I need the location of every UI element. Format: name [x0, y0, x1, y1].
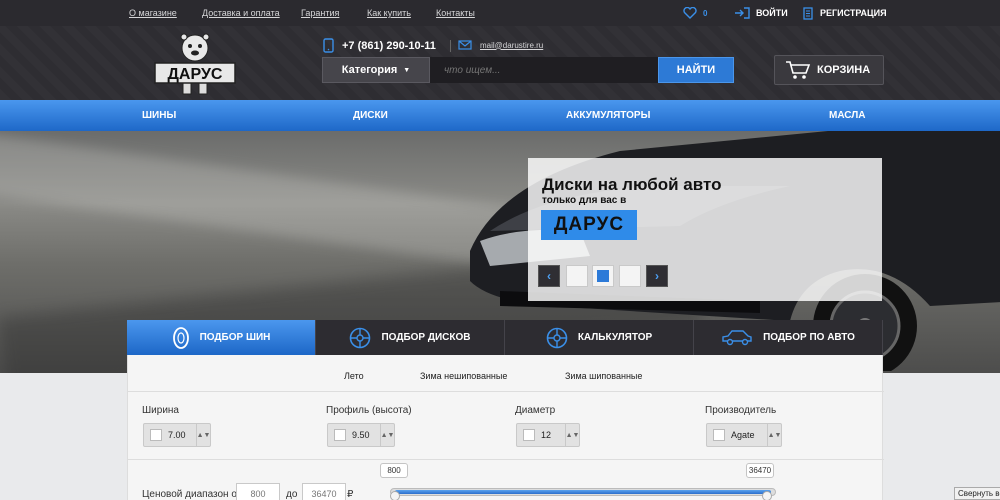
heart-icon [683, 7, 697, 19]
login-label: ВОЙТИ [756, 8, 788, 18]
slide-subtitle: только для вас в [542, 195, 627, 206]
link-how-to-buy[interactable]: Как купить [367, 8, 411, 18]
tab-calculator[interactable]: КАЛЬКУЛЯТОР [505, 320, 694, 355]
slider-next-button[interactable]: › [646, 265, 668, 287]
wheel-icon [350, 327, 371, 348]
filter-panel: Лето Зима нешипованные Зима шипованные Ш… [127, 355, 884, 500]
header-divider [449, 39, 451, 52]
nav-item-wheels[interactable]: ДИСКИ [353, 110, 388, 121]
link-contacts[interactable]: Контакты [436, 8, 475, 18]
slider-dot[interactable] [619, 265, 641, 287]
link-delivery[interactable]: Доставка и оплата [202, 8, 280, 18]
collapse-all-button[interactable]: Свернуть все [954, 487, 1000, 500]
register-link[interactable]: РЕГИСТРАЦИЯ [803, 0, 887, 26]
manufacturer-select[interactable]: Agate ▲▼ [706, 423, 782, 447]
width-label: Ширина [142, 405, 179, 416]
wishlist-count: 0 [703, 8, 708, 18]
search-bar: Категория ▼ НАЙТИ [322, 57, 734, 83]
manufacturer-value: Agate [731, 430, 755, 440]
slider-prev-button[interactable]: ‹ [538, 265, 560, 287]
diameter-select[interactable]: 12 ▲▼ [516, 423, 580, 447]
phone-number: +7 (861) 290-10-11 [342, 39, 436, 52]
cart-icon [786, 61, 811, 79]
season-winter-studded[interactable]: Зима шипованные [565, 371, 642, 381]
price-to-input[interactable]: 36470 [302, 483, 346, 500]
spinner-icon[interactable]: ▲▼ [565, 424, 579, 446]
tire-icon [172, 326, 189, 349]
tab-label: ПОДБОР ШИН [199, 332, 271, 343]
price-from-input[interactable]: 800 [236, 483, 280, 500]
wheel-icon [546, 327, 568, 348]
email[interactable]: mail@darustire.ru [458, 40, 543, 50]
search-input[interactable] [430, 57, 658, 83]
login-icon [735, 7, 750, 19]
price-range-label: Ценовой диапазон от [142, 489, 242, 500]
diameter-value: 12 [541, 430, 552, 440]
cart-label: КОРЗИНА [817, 64, 871, 76]
register-label: РЕГИСТРАЦИЯ [820, 8, 887, 18]
price-range-fill [395, 490, 771, 494]
slider-dot-active[interactable] [592, 265, 614, 287]
range-min-handle[interactable] [390, 491, 400, 500]
envelope-icon [458, 40, 472, 50]
main-nav: ШИНЫ ДИСКИ АККУМУЛЯТОРЫ МАСЛА [0, 100, 1000, 131]
tab-label: КАЛЬКУЛЯТОР [577, 332, 653, 343]
top-bar: О магазине Доставка и оплата Гарантия Ка… [0, 0, 1000, 26]
width-value: 7.00 [168, 430, 186, 440]
spinner-icon[interactable]: ▲▼ [767, 424, 781, 446]
category-dropdown[interactable]: Категория ▼ [322, 57, 430, 83]
tablet-icon [323, 38, 334, 53]
divider [128, 391, 884, 392]
season-summer[interactable]: Лето [344, 371, 364, 381]
price-range-slider[interactable] [390, 488, 776, 496]
email-address: mail@darustire.ru [480, 40, 544, 50]
currency-label: ₽ [347, 489, 354, 500]
slide-brand: ДАРУС [541, 210, 637, 240]
tab-wheel-selection[interactable]: ПОДБОР ДИСКОВ [316, 320, 505, 355]
slide-caption: Диски на любой авто только для вас в ДАР… [528, 158, 882, 301]
nav-item-oils[interactable]: МАСЛА [829, 110, 866, 121]
range-max-tooltip: 36470 [746, 463, 774, 478]
wishlist[interactable]: 0 [683, 0, 707, 26]
header: ДАРУС +7 (861) 290-10-11 mail@darustire.… [0, 26, 1000, 100]
tab-tire-selection[interactable]: ПОДБОР ШИН [127, 320, 316, 355]
link-warranty[interactable]: Гарантия [301, 8, 339, 18]
logo-text: ДАРУС [168, 66, 223, 83]
divider [128, 459, 884, 460]
nav-item-batteries[interactable]: АККУМУЛЯТОРЫ [566, 110, 650, 121]
checkbox[interactable] [334, 429, 346, 441]
darus-logo[interactable]: ДАРУС [150, 30, 240, 96]
checkbox[interactable] [713, 429, 725, 441]
profile-select[interactable]: 9.50 ▲▼ [327, 423, 395, 447]
cart-button[interactable]: КОРЗИНА [774, 55, 884, 85]
profile-label: Профиль (высота) [326, 405, 412, 416]
tab-label: ПОДБОР ПО АВТО [763, 332, 855, 343]
link-about[interactable]: О магазине [129, 8, 177, 18]
checkbox[interactable] [523, 429, 535, 441]
profile-value: 9.50 [352, 430, 370, 440]
chevron-down-icon: ▼ [403, 66, 411, 74]
nav-item-tires[interactable]: ШИНЫ [142, 110, 176, 121]
car-icon [722, 329, 752, 345]
price-to-label: до [286, 489, 298, 500]
width-select[interactable]: 7.00 ▲▼ [143, 423, 211, 447]
range-min-tooltip: 800 [380, 463, 408, 478]
tab-car-selection[interactable]: ПОДБОР ПО АВТО [694, 320, 883, 355]
search-button[interactable]: НАЙТИ [658, 57, 734, 83]
document-icon [803, 6, 813, 20]
spinner-icon[interactable]: ▲▼ [380, 424, 394, 446]
diameter-label: Диаметр [515, 405, 556, 416]
season-winter-non-studded[interactable]: Зима нешипованные [420, 371, 507, 381]
selector-tabs: ПОДБОР ШИН ПОДБОР ДИСКОВ КАЛЬКУЛЯТОР ПОД… [127, 320, 883, 355]
tab-label: ПОДБОР ДИСКОВ [381, 332, 471, 343]
login-link[interactable]: ВОЙТИ [734, 0, 788, 26]
checkbox[interactable] [150, 429, 162, 441]
manufacturer-label: Производитель [705, 405, 777, 416]
spinner-icon[interactable]: ▲▼ [196, 424, 210, 446]
category-label: Категория [341, 64, 398, 76]
phone[interactable]: +7 (861) 290-10-11 [323, 38, 451, 53]
range-max-handle[interactable] [762, 491, 772, 500]
slider-dot[interactable] [566, 265, 588, 287]
slide-title: Диски на любой авто [542, 175, 722, 194]
